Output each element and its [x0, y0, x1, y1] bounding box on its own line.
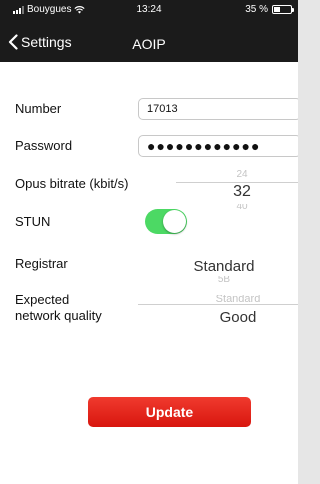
- number-field[interactable]: [138, 98, 298, 120]
- registrar-option-below[interactable]: 5B: [119, 276, 298, 283]
- stun-label: STUN: [15, 214, 51, 229]
- quality-label-line1: Expected: [15, 292, 70, 307]
- bitrate-option-above[interactable]: 24: [137, 170, 298, 180]
- password-label: Password: [15, 138, 73, 153]
- top-bar: Bouygues 13:24 35 % Settings AOIP: [0, 0, 298, 62]
- status-bar: Bouygues 13:24 35 %: [0, 0, 298, 20]
- toggle-knob: [163, 210, 186, 233]
- password-field[interactable]: ●●●●●●●●●●●●: [138, 135, 298, 157]
- registrar-label: Registrar: [15, 256, 68, 271]
- battery-icon: [272, 5, 294, 14]
- registrar-selected[interactable]: Standard: [119, 258, 298, 275]
- quality-label: Expected network quality: [15, 292, 102, 324]
- number-label: Number: [15, 101, 62, 116]
- navigation-bar: Settings AOIP: [0, 28, 298, 58]
- battery-percent: 35 %: [245, 4, 268, 15]
- quality-selected[interactable]: Good: [133, 309, 298, 326]
- phone-screen: Bouygues 13:24 35 % Settings AOIP Number…: [0, 0, 298, 484]
- bitrate-selected[interactable]: 32: [137, 183, 298, 201]
- picker-divider: [138, 304, 298, 305]
- quality-option-above[interactable]: Standard: [133, 295, 298, 303]
- status-right: 35 %: [245, 4, 294, 15]
- stun-toggle[interactable]: [145, 209, 187, 234]
- bitrate-label: Opus bitrate (kbit/s): [15, 176, 129, 191]
- quality-label-line2: network quality: [15, 308, 102, 323]
- update-button[interactable]: Update: [88, 397, 251, 427]
- page-title: AOIP: [132, 36, 166, 52]
